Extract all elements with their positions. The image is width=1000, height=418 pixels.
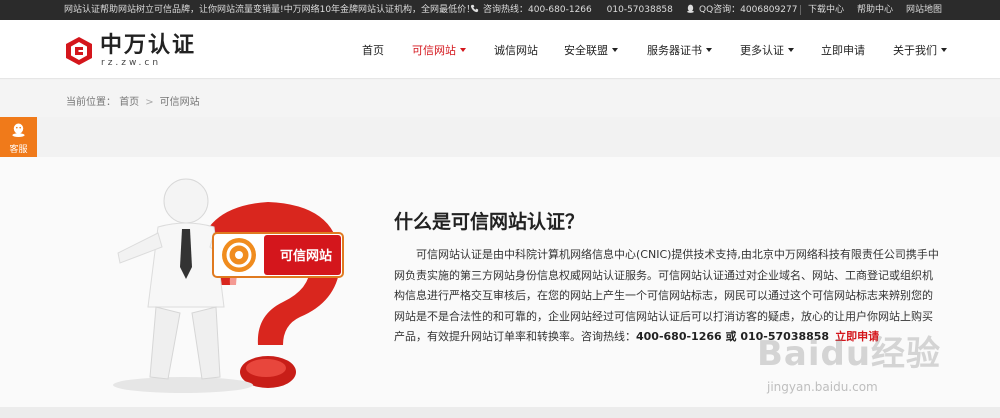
- nav-apply-now[interactable]: 立即申请: [821, 42, 865, 58]
- footer-strip: [0, 407, 1000, 418]
- chevron-down-icon: [941, 48, 947, 52]
- chevron-down-icon: [788, 48, 794, 52]
- breadcrumb-bar: 当前位置： 首页 > 可信网站: [0, 80, 1000, 117]
- watermark-logo: Baidu经验: [757, 334, 942, 374]
- nav-server-cert-label: 服务器证书: [647, 44, 702, 57]
- chevron-down-icon: [612, 48, 618, 52]
- nav-trusted-site[interactable]: 可信网站: [412, 42, 466, 58]
- breadcrumb-separator: >: [145, 97, 154, 108]
- nav-security-alliance-label: 安全联盟: [564, 44, 608, 57]
- divider: [800, 5, 801, 15]
- breadcrumb-home[interactable]: 首页: [119, 97, 139, 108]
- qq-text: QQ咨询：4006809277: [699, 5, 798, 15]
- nav-about-us-label: 关于我们: [893, 44, 937, 57]
- download-center-link[interactable]: 下载中心: [808, 5, 844, 15]
- qq-icon: [687, 4, 694, 13]
- help-center-link[interactable]: 帮助中心: [857, 5, 893, 15]
- nav-trusted-site-label: 可信网站: [412, 44, 456, 57]
- nav-more-certs-label: 更多认证: [740, 44, 784, 57]
- watermark-url: jingyan.baidu.com: [767, 380, 878, 394]
- nav-home[interactable]: 首页: [362, 42, 384, 58]
- top-links: 下载中心 帮助中心 网站地图: [808, 0, 955, 20]
- breadcrumb: 当前位置： 首页 > 可信网站: [66, 93, 200, 108]
- breadcrumb-prefix: 当前位置：: [66, 97, 116, 108]
- hotline: 咨询热线：400-680-1266 010-57038858: [470, 0, 673, 20]
- chevron-down-icon: [706, 48, 712, 52]
- nav-security-alliance[interactable]: 安全联盟: [564, 42, 618, 58]
- trusted-site-illustration: 可信网站: [113, 178, 344, 393]
- promo-text: 网站认证帮助网站树立可信品牌，让你网站流量变销量!中万网络10年金牌网站认证机构…: [64, 5, 476, 15]
- nav-apply-now-label: 立即申请: [821, 44, 865, 57]
- top-bar: 网站认证帮助网站树立可信品牌，让你网站流量变销量!中万网络10年金牌网站认证机构…: [0, 0, 1000, 20]
- watermark: Baidu经验 jingyan.baidu.com: [757, 326, 957, 406]
- page-heading: 什么是可信网站认证？: [394, 211, 585, 233]
- breadcrumb-current[interactable]: 可信网站: [160, 97, 200, 108]
- nav-home-label: 首页: [362, 44, 384, 57]
- phone-icon: [470, 4, 479, 13]
- site-header: 中万认证 rz.zw.cn 首页 可信网站 诚信网站 安全联盟 服务器证书 更多…: [0, 20, 1000, 79]
- nav-more-certs[interactable]: 更多认证: [740, 42, 794, 58]
- nav-honest-site[interactable]: 诚信网站: [494, 42, 538, 58]
- nav-server-cert[interactable]: 服务器证书: [647, 42, 712, 58]
- badge-label: 可信网站: [280, 248, 332, 264]
- qq-contact[interactable]: QQ咨询：4006809277: [686, 0, 797, 20]
- chat-bubble-icon: [12, 123, 25, 138]
- chevron-down-icon: [460, 48, 466, 52]
- nav-about-us[interactable]: 关于我们: [893, 42, 947, 58]
- customer-service-tab[interactable]: 客服: [0, 117, 37, 157]
- main-nav: 首页 可信网站 诚信网站 安全联盟 服务器证书 更多认证 立即申请 关于我们: [0, 20, 1000, 79]
- hotline-alt-text: 010-57038858: [606, 5, 673, 15]
- hotline-text: 咨询热线：400-680-1266: [483, 5, 592, 15]
- site-map-link[interactable]: 网站地图: [906, 5, 942, 15]
- customer-service-label: 客服: [9, 145, 28, 155]
- nav-honest-site-label: 诚信网站: [494, 44, 538, 57]
